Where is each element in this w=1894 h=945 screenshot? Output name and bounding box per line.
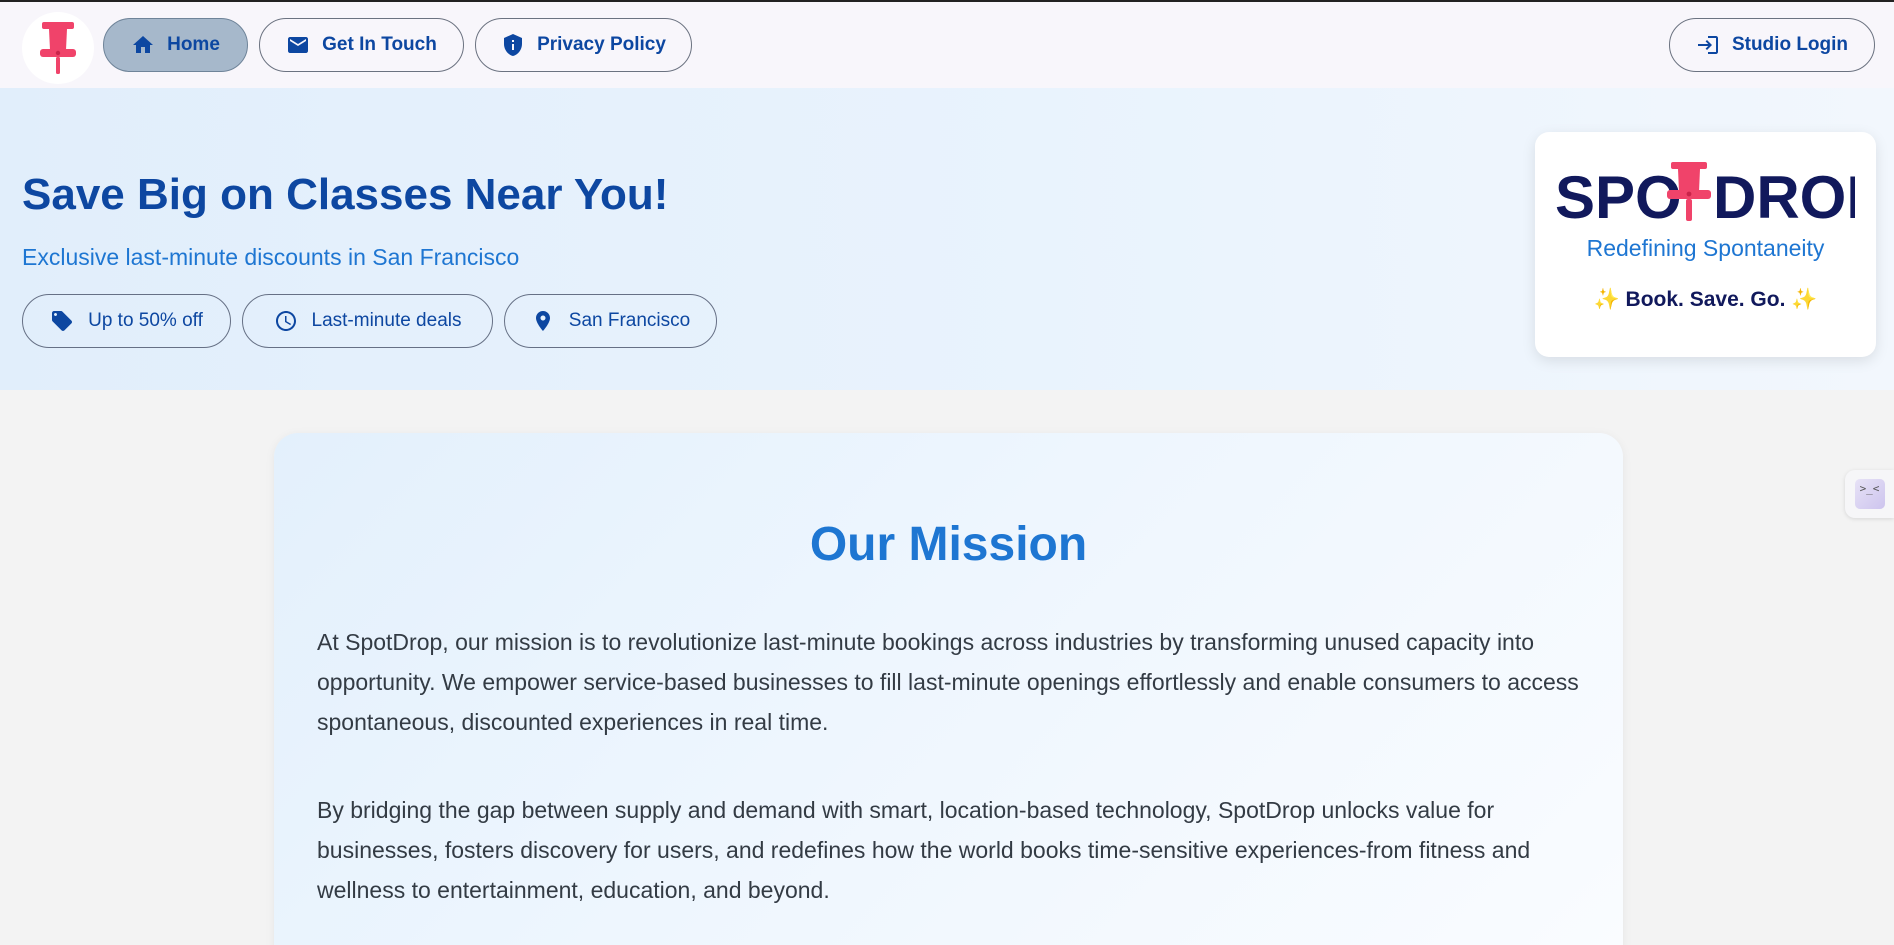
chip-last-minute-label: Last-minute deals [311, 310, 462, 331]
studio-login-button[interactable]: Studio Login [1669, 18, 1875, 72]
nav-contact-button[interactable]: Get In Touch [259, 18, 464, 72]
hero-title: Save Big on Classes Near You! [22, 170, 669, 219]
studio-login-label: Studio Login [1731, 34, 1849, 55]
mission-card: Our Mission At SpotDrop, our mission is … [274, 433, 1623, 945]
brand-card: SPO DROP Redefining Spontaneity ✨ Book. … [1535, 132, 1876, 357]
login-icon [1697, 36, 1718, 54]
side-extension-widget[interactable]: >_< [1845, 470, 1894, 518]
chip-location-label: San Francisco [568, 310, 691, 331]
mail-icon [288, 37, 309, 53]
mission-title: Our Mission [809, 518, 1088, 571]
wordmark-right: DROP [1713, 164, 1855, 222]
site-logo[interactable] [22, 12, 94, 84]
brand-slogan: ✨ Book. Save. Go. ✨ [1535, 288, 1876, 312]
nav-privacy-label: Privacy Policy [537, 34, 666, 55]
chip-discount[interactable]: Up to 50% off [22, 294, 231, 348]
wordmark-left: SPO [1555, 164, 1682, 222]
nav-home-button[interactable]: Home [103, 18, 248, 72]
sparkle-icon: ✨ [1593, 288, 1620, 311]
brand-tagline: Redefining Spontaneity [1586, 235, 1825, 261]
shield-info-icon [504, 34, 523, 56]
mission-paragraph: By bridging the gap between supply and d… [317, 797, 1531, 903]
hero-banner: Save Big on Classes Near You! Exclusive … [0, 88, 1894, 390]
extension-icon: >_< [1854, 479, 1885, 509]
hero-subtitle: Exclusive last-minute discounts in San F… [22, 244, 520, 270]
clock-icon [275, 311, 296, 331]
brand-slogan-text: Book. Save. Go. [1625, 288, 1786, 311]
tag-icon [52, 311, 73, 331]
nav-contact-label: Get In Touch [322, 34, 437, 55]
nav-home-label: Home [167, 34, 220, 55]
nav-privacy-button[interactable]: Privacy Policy [475, 18, 692, 72]
chip-discount-label: Up to 50% off [88, 310, 203, 331]
chip-last-minute[interactable]: Last-minute deals [242, 294, 493, 348]
extension-glyph: >_< [1859, 482, 1880, 495]
top-navbar: Home Get In Touch Privacy Policy Studio … [0, 2, 1894, 88]
pushpin-icon [40, 22, 76, 74]
spotdrop-wordmark: SPO DROP [1555, 162, 1855, 222]
chip-location[interactable]: San Francisco [504, 294, 717, 348]
home-icon [133, 36, 154, 53]
mission-paragraph: At SpotDrop, our mission is to revolutio… [317, 629, 1579, 735]
location-pin-icon [535, 311, 550, 331]
sparkle-icon: ✨ [1791, 288, 1818, 311]
